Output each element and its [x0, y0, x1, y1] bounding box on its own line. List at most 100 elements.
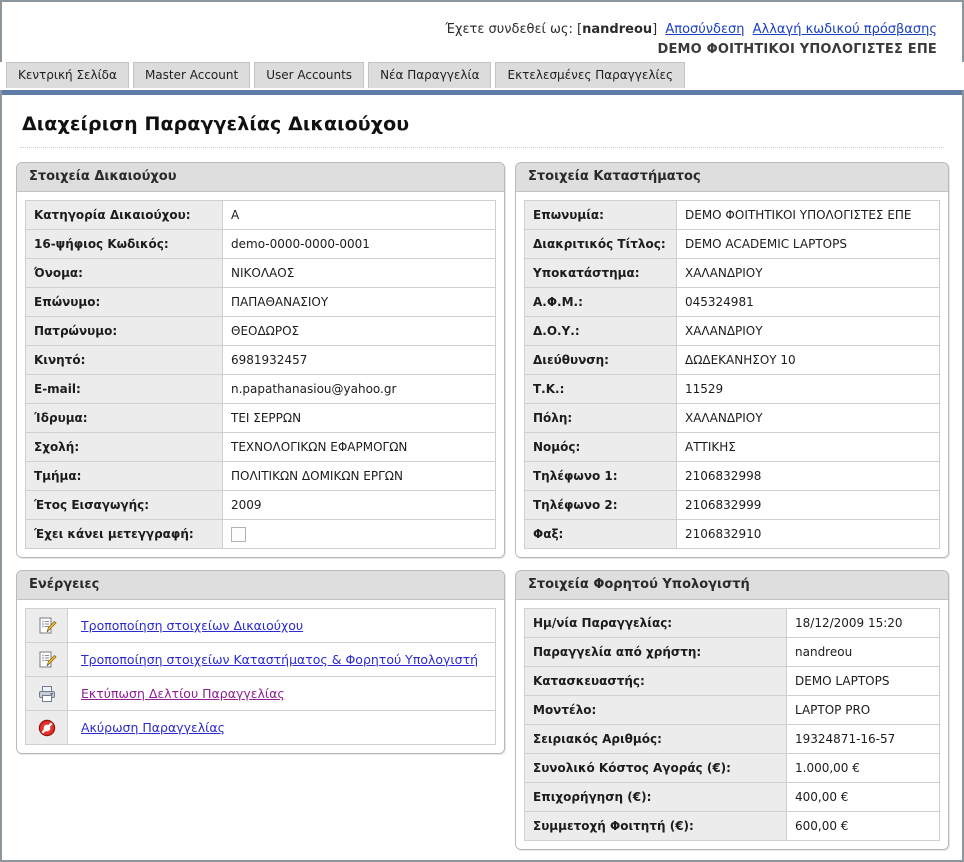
- table-row: Σχολή: ΤΕΧΝΟΛΟΓΙΚΩΝ ΕΦΑΡΜΟΓΩΝ: [25, 432, 496, 462]
- page-title: Διαχείριση Παραγγελίας Δικαιούχου: [22, 113, 410, 135]
- tab-nea-paraggelia[interactable]: Νέα Παραγγελία: [368, 62, 492, 88]
- field-label: Έχει κάνει μετεγγραφή:: [25, 519, 223, 549]
- field-label: Υποκατάστημα:: [524, 258, 677, 288]
- edit-document-icon: [37, 616, 57, 636]
- field-value: ΤΕΙ ΣΕΡΡΩΝ: [222, 403, 496, 433]
- field-value: ΑΤΤΙΚΗΣ: [676, 432, 940, 462]
- field-value: 2106832910: [676, 519, 940, 549]
- actions-panel: Ενέργειες Τροποποίηση στοιχείων Δικαιούχ…: [16, 570, 505, 754]
- tab-kentriki-selida[interactable]: Κεντρική Σελίδα: [6, 62, 129, 88]
- change-password-link[interactable]: Αλλαγή κωδικού πρόσβασης: [753, 22, 937, 37]
- table-row: Επωνυμία: DEMO ΦΟΙΤΗΤΙΚΟΙ ΥΠΟΛΟΓΙΣΤΕΣ ΕΠ…: [524, 200, 940, 230]
- actions-panel-title: Ενέργειες: [17, 571, 504, 600]
- cancel-order-link[interactable]: Ακύρωση Παραγγελίας: [81, 720, 225, 735]
- table-row: Παραγγελία από χρήστη: nandreou: [524, 637, 940, 667]
- edit-document-icon: [37, 650, 57, 670]
- logout-link[interactable]: Αποσύνδεση: [665, 22, 744, 37]
- field-label: Κινητό:: [25, 345, 223, 375]
- table-row: Τηλέφωνο 2: 2106832999: [524, 490, 940, 520]
- table-row: Νομός: ΑΤΤΙΚΗΣ: [524, 432, 940, 462]
- action-link-cell: Ακύρωση Παραγγελίας: [67, 710, 496, 745]
- page-header: Έχετε συνδεθεί ως: [nandreou] Αποσύνδεση…: [0, 0, 964, 62]
- field-label: Έτος Εισαγωγής:: [25, 490, 223, 520]
- actions-table: Τροποποίηση στοιχείων Δικαιούχου Τροποπο…: [25, 608, 496, 745]
- field-value: 2009: [222, 490, 496, 520]
- table-row: Δ.Ο.Υ.: ΧΑΛΑΝΔΡΙΟΥ: [524, 316, 940, 346]
- table-row: Ίδρυμα: ΤΕΙ ΣΕΡΡΩΝ: [25, 403, 496, 433]
- field-value: 11529: [676, 374, 940, 404]
- table-row: Συμμετοχή Φοιτητή (€): 600,00 €: [524, 811, 940, 841]
- field-label: Τηλέφωνο 1:: [524, 461, 677, 491]
- table-row: Πόλη: ΧΑΛΑΝΔΡΙΟΥ: [524, 403, 940, 433]
- tab-user-accounts[interactable]: User Accounts: [254, 62, 365, 88]
- action-icon-cell: [25, 676, 68, 711]
- field-value: n.papathanasiou@yahoo.gr: [222, 374, 496, 404]
- transfer-checkbox[interactable]: [231, 526, 246, 542]
- table-row: Έτος Εισαγωγής: 2009: [25, 490, 496, 520]
- table-row: E-mail: n.papathanasiou@yahoo.gr: [25, 374, 496, 404]
- table-row: 16-ψήφιος Κωδικός: demo-0000-0000-0001: [25, 229, 496, 259]
- table-row: Υποκατάστημα: ΧΑΛΑΝΔΡΙΟΥ: [524, 258, 940, 288]
- table-row: Επιχορήγηση (€): 400,00 €: [524, 782, 940, 812]
- table-row: Έχει κάνει μετεγγραφή:: [25, 519, 496, 549]
- field-label: Ίδρυμα:: [25, 403, 223, 433]
- table-row: Τηλέφωνο 1: 2106832998: [524, 461, 940, 491]
- actions-panel-body: Τροποποίηση στοιχείων Δικαιούχου Τροποπο…: [17, 600, 504, 753]
- table-row: Μοντέλο: LAPTOP PRO: [524, 695, 940, 725]
- field-value: ΘΕΟΔΩΡΟΣ: [222, 316, 496, 346]
- laptop-details-table: Ημ/νία Παραγγελίας: 18/12/2009 15:20 Παρ…: [524, 608, 940, 841]
- table-row: Διεύθυνση: ΔΩΔΕΚΑΝΗΣΟΥ 10: [524, 345, 940, 375]
- login-suffix-text: ]: [652, 22, 658, 37]
- field-label: Παραγγελία από χρήστη:: [524, 637, 787, 667]
- print-order-slip-link[interactable]: Εκτύπωση Δελτίου Παραγγελίας: [81, 686, 285, 701]
- edit-store-and-laptop-link[interactable]: Τροποποίηση στοιχείων Καταστήματος & Φορ…: [81, 652, 478, 667]
- field-value: ΔΩΔΕΚΑΝΗΣΟΥ 10: [676, 345, 940, 375]
- laptop-details-panel: Στοιχεία Φορητού Υπολογιστή Ημ/νία Παραγ…: [515, 570, 949, 850]
- table-row: Κατασκευαστής: DEMO LAPTOPS: [524, 666, 940, 696]
- field-value: ΤΕΧΝΟΛΟΓΙΚΩΝ ΕΦΑΡΜΟΓΩΝ: [222, 432, 496, 462]
- table-row: Κατηγορία Δικαιούχου: Α: [25, 200, 496, 230]
- field-label: Τ.Κ.:: [524, 374, 677, 404]
- field-label: Όνομα:: [25, 258, 223, 288]
- table-row: Φαξ: 2106832910: [524, 519, 940, 549]
- action-icon-cell: [25, 642, 68, 677]
- action-link-cell: Τροποποίηση στοιχείων Καταστήματος & Φορ…: [67, 642, 496, 677]
- field-value: 1.000,00 €: [786, 753, 940, 783]
- field-value: ΧΑΛΑΝΔΡΙΟΥ: [676, 316, 940, 346]
- title-divider: [20, 147, 944, 148]
- printer-icon: [37, 684, 57, 704]
- field-label: Επιχορήγηση (€):: [524, 782, 787, 812]
- beneficiary-panel-title: Στοιχεία Δικαιούχου: [17, 163, 504, 192]
- field-label: Πατρώνυμο:: [25, 316, 223, 346]
- action-icon-cell: [25, 710, 68, 745]
- table-row: Τ.Κ.: 11529: [524, 374, 940, 404]
- field-value: ΠΟΛΙΤΙΚΩΝ ΔΟΜΙΚΩΝ ΕΡΓΩΝ: [222, 461, 496, 491]
- field-label: Σχολή:: [25, 432, 223, 462]
- beneficiary-details-table: Κατηγορία Δικαιούχου: Α 16-ψήφιος Κωδικό…: [25, 200, 496, 549]
- field-value: 6981932457: [222, 345, 496, 375]
- field-label: Α.Φ.Μ.:: [524, 287, 677, 317]
- two-column-layout: Στοιχεία Δικαιούχου Κατηγορία Δικαιούχου…: [16, 162, 949, 862]
- table-row: Ημ/νία Παραγγελίας: 18/12/2009 15:20: [524, 608, 940, 638]
- edit-beneficiary-link[interactable]: Τροποποίηση στοιχείων Δικαιούχου: [81, 618, 303, 633]
- table-row: Τμήμα: ΠΟΛΙΤΙΚΩΝ ΔΟΜΙΚΩΝ ΕΡΓΩΝ: [25, 461, 496, 491]
- tab-master-account[interactable]: Master Account: [132, 62, 251, 88]
- action-link-cell: Εκτύπωση Δελτίου Παραγγελίας: [67, 676, 496, 711]
- table-row: Πατρώνυμο: ΘΕΟΔΩΡΟΣ: [25, 316, 496, 346]
- field-value: 19324871-16-57: [786, 724, 940, 754]
- table-row: Όνομα: ΝΙΚΟΛΑΟΣ: [25, 258, 496, 288]
- field-value: DEMO ΦΟΙΤΗΤΙΚΟΙ ΥΠΟΛΟΓΙΣΤΕΣ ΕΠΕ: [676, 200, 940, 230]
- field-label: Φαξ:: [524, 519, 677, 549]
- table-row: Διακριτικός Τίτλος: DEMO ACADEMIC LAPTOP…: [524, 229, 940, 259]
- field-value: 045324981: [676, 287, 940, 317]
- field-value: ΧΑΛΑΝΔΡΙΟΥ: [676, 258, 940, 288]
- list-item: Ακύρωση Παραγγελίας: [25, 710, 496, 745]
- laptop-panel-title: Στοιχεία Φορητού Υπολογιστή: [516, 571, 948, 600]
- field-label: Συμμετοχή Φοιτητή (€):: [524, 811, 787, 841]
- company-name: DEMO ΦΟΙΤΗΤΙΚΟΙ ΥΠΟΛΟΓΙΣΤΕΣ ΕΠΕ: [657, 42, 937, 57]
- login-status-line: Έχετε συνδεθεί ως: [nandreou] Αποσύνδεση…: [2, 21, 937, 38]
- field-value: demo-0000-0000-0001: [222, 229, 496, 259]
- store-panel-title: Στοιχεία Καταστήματος: [516, 163, 948, 192]
- tab-ektelesmenes-paraggelies[interactable]: Εκτελεσμένες Παραγγελίες: [495, 62, 686, 88]
- store-details-panel: Στοιχεία Καταστήματος Επωνυμία: DEMO ΦΟΙ…: [515, 162, 949, 558]
